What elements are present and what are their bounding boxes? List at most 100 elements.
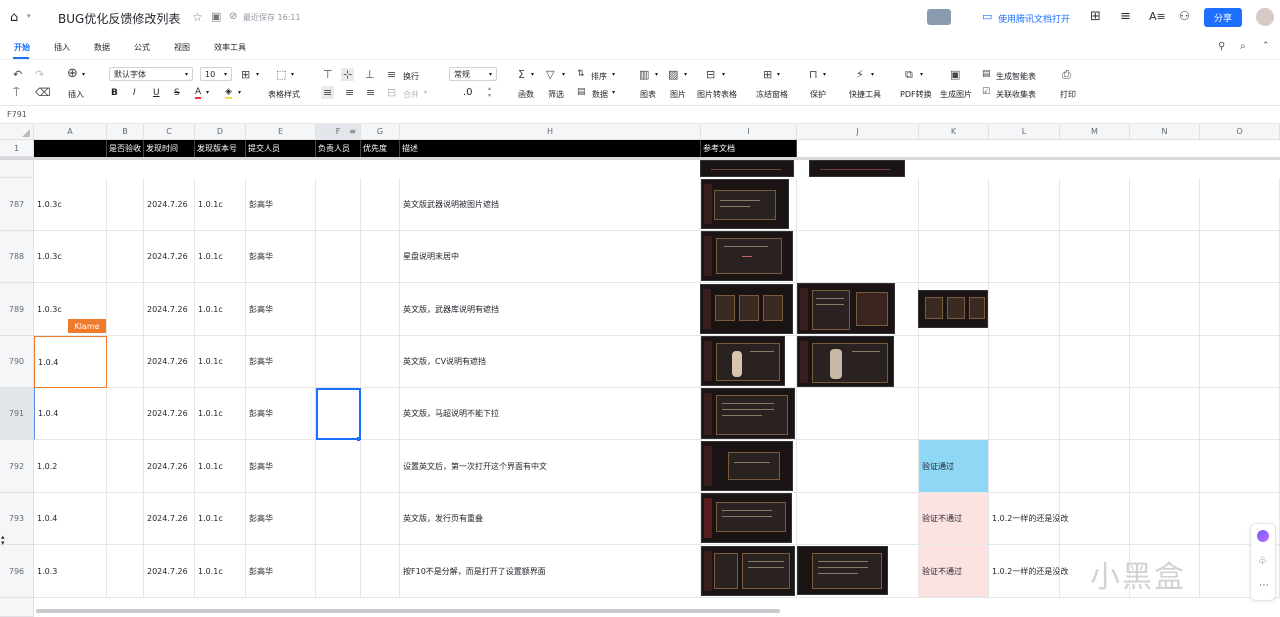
- sort-icon[interactable]: ⇅: [577, 69, 585, 80]
- share-button[interactable]: 分享: [1204, 8, 1242, 27]
- merge-label[interactable]: 合并: [403, 89, 419, 100]
- col-header-g[interactable]: G: [361, 124, 400, 140]
- cell-owner[interactable]: [316, 493, 361, 545]
- cell-note[interactable]: [989, 283, 1060, 336]
- pdf-dropdown-icon[interactable]: ▾: [920, 71, 923, 78]
- screenshot-thumbnail[interactable]: [701, 493, 792, 543]
- text-format-icon[interactable]: A≡: [1149, 10, 1166, 23]
- row-header-791[interactable]: 791: [0, 388, 34, 440]
- col-header-k[interactable]: K: [919, 124, 989, 140]
- collaborator-avatars[interactable]: [927, 9, 951, 25]
- cell-found-time[interactable]: 2024.7.26: [144, 336, 195, 388]
- select-all-corner[interactable]: [0, 124, 34, 140]
- cell-verification[interactable]: [919, 231, 989, 283]
- home-icon[interactable]: ⌂: [10, 10, 18, 25]
- row-header-796[interactable]: 796: [0, 545, 34, 598]
- cell-description[interactable]: 英文版，马超说明不能下拉: [400, 388, 701, 440]
- screenshot-thumbnail[interactable]: [797, 546, 888, 595]
- name-box[interactable]: F791: [7, 110, 27, 119]
- cell-version[interactable]: 1.0.3: [34, 545, 107, 598]
- col-header-n[interactable]: N: [1130, 124, 1200, 140]
- screenshot-thumbnail[interactable]: [797, 283, 895, 334]
- hidden-rows-toggle-icon[interactable]: ▴ ▾: [1, 534, 5, 547]
- data-dropdown-icon[interactable]: ▾: [612, 89, 615, 96]
- cell-owner[interactable]: [316, 283, 361, 336]
- header-cell-a[interactable]: [34, 140, 107, 157]
- chart-icon[interactable]: ▥: [639, 69, 649, 80]
- cell-j[interactable]: [797, 440, 919, 493]
- screenshot-thumbnail[interactable]: [701, 231, 793, 281]
- wrap-label[interactable]: 换行: [403, 71, 419, 82]
- cell-found-time[interactable]: 2024.7.26: [144, 493, 195, 545]
- borders-dropdown-icon[interactable]: ▾: [256, 71, 259, 78]
- cell-m[interactable]: [1060, 440, 1130, 493]
- cell-submitter[interactable]: 彭高华: [246, 440, 316, 493]
- move-folder-icon[interactable]: ▣: [211, 10, 221, 23]
- cell-priority[interactable]: [361, 178, 400, 231]
- font-family-select[interactable]: 默认字体 ▾: [109, 67, 193, 81]
- shirt-theme-icon[interactable]: ♧: [1258, 556, 1267, 567]
- chart-dropdown-icon[interactable]: ▾: [655, 71, 658, 78]
- table-style-label[interactable]: 表格样式: [268, 89, 300, 100]
- col-header-m[interactable]: M: [1060, 124, 1130, 140]
- number-format-select[interactable]: 常规 ▾: [449, 67, 497, 81]
- cell-n[interactable]: [1130, 231, 1200, 283]
- cell-m[interactable]: [1060, 493, 1130, 545]
- image-icon[interactable]: ▨: [668, 69, 678, 80]
- cell-m[interactable]: [1060, 178, 1130, 231]
- screenshot-thumbnail[interactable]: [700, 284, 793, 334]
- chart-label[interactable]: 图表: [640, 89, 656, 100]
- cell-acceptance[interactable]: [107, 545, 144, 598]
- star-icon[interactable]: ☆: [192, 10, 203, 24]
- filter-label[interactable]: 筛选: [548, 89, 564, 100]
- freeze-dropdown-icon[interactable]: ▾: [777, 71, 780, 78]
- insert-dropdown-icon[interactable]: ▾: [82, 71, 85, 78]
- align-right-icon[interactable]: ≡: [366, 87, 375, 98]
- header-cell-description[interactable]: 描述: [400, 140, 701, 157]
- ai-assistant-icon[interactable]: [1257, 530, 1269, 542]
- cell-priority[interactable]: [361, 283, 400, 336]
- cell-description[interactable]: 设置英文后，第一次打开这个界面有中文: [400, 440, 701, 493]
- screenshot-thumbnail[interactable]: [701, 441, 793, 491]
- col-header-j[interactable]: J: [797, 124, 919, 140]
- decimal-stepper-icon[interactable]: ▴ ▾: [488, 85, 491, 99]
- tab-efficiency-tools[interactable]: 效率工具: [214, 42, 246, 53]
- image-to-table-dropdown-icon[interactable]: ▾: [722, 71, 725, 78]
- print-icon[interactable]: ⎙: [1062, 69, 1071, 80]
- screenshot-thumbnail[interactable]: [701, 388, 795, 439]
- tab-view[interactable]: 视图: [174, 42, 190, 53]
- align-top-icon[interactable]: ⊤: [323, 69, 333, 80]
- cell-submitter[interactable]: 彭高华: [246, 178, 316, 231]
- cell-description[interactable]: 按F10不是分解，而是打开了设置额界面: [400, 545, 701, 598]
- header-cell-found-time[interactable]: 发现时间: [144, 140, 195, 157]
- cell-owner[interactable]: [316, 545, 361, 598]
- col-header-i[interactable]: I: [701, 124, 797, 140]
- cell-n[interactable]: [1130, 493, 1200, 545]
- document-title[interactable]: BUG优化反馈修改列表: [58, 10, 180, 27]
- row-header-1[interactable]: 1: [0, 140, 34, 157]
- underline-icon[interactable]: U: [153, 88, 160, 98]
- cell-note[interactable]: [989, 231, 1060, 283]
- merge-dropdown-icon[interactable]: ▾: [424, 89, 427, 96]
- freeze-divider[interactable]: [0, 157, 1280, 160]
- sort-dropdown-icon[interactable]: ▾: [612, 71, 615, 78]
- cell-n[interactable]: [1130, 178, 1200, 231]
- borders-icon[interactable]: ⊞: [241, 69, 250, 80]
- cell-submitter[interactable]: 彭高华: [246, 336, 316, 388]
- screenshot-thumbnail[interactable]: [918, 290, 988, 328]
- sum-icon[interactable]: Σ: [518, 69, 525, 80]
- more-icon[interactable]: ⋯: [1259, 580, 1269, 591]
- image-to-table-label[interactable]: 图片转表格: [697, 89, 737, 100]
- screenshot-thumbnail[interactable]: [797, 336, 894, 387]
- cell-note[interactable]: [989, 440, 1060, 493]
- user-avatar[interactable]: [1256, 8, 1274, 26]
- header-cell-owner[interactable]: 负责人员: [316, 140, 361, 157]
- horizontal-scrollbar[interactable]: [36, 609, 780, 613]
- protect-dropdown-icon[interactable]: ▾: [823, 71, 826, 78]
- cell-description[interactable]: 英文版，武器库说明有遮挡: [400, 283, 701, 336]
- selected-cell-owner[interactable]: [316, 388, 361, 440]
- cell-version[interactable]: 1.0.2: [34, 440, 107, 493]
- cell-description[interactable]: 星盘说明未居中: [400, 231, 701, 283]
- fill-color-dropdown-icon[interactable]: ▾: [238, 89, 241, 96]
- italic-icon[interactable]: I: [133, 88, 136, 98]
